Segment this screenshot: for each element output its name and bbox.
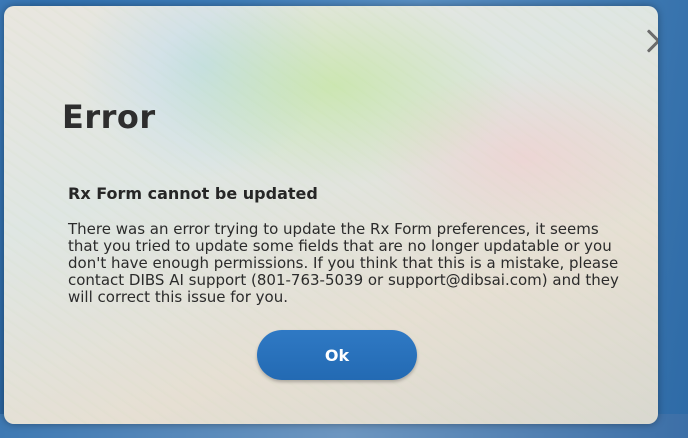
close-icon[interactable] — [642, 26, 658, 58]
dialog-title: Error — [62, 98, 156, 136]
error-dialog: Error Rx Form cannot be updated There wa… — [4, 6, 658, 424]
dialog-subtitle: Rx Form cannot be updated — [68, 184, 318, 203]
ok-button[interactable]: Ok — [257, 330, 417, 380]
dialog-message: There was an error trying to update the … — [68, 220, 619, 306]
